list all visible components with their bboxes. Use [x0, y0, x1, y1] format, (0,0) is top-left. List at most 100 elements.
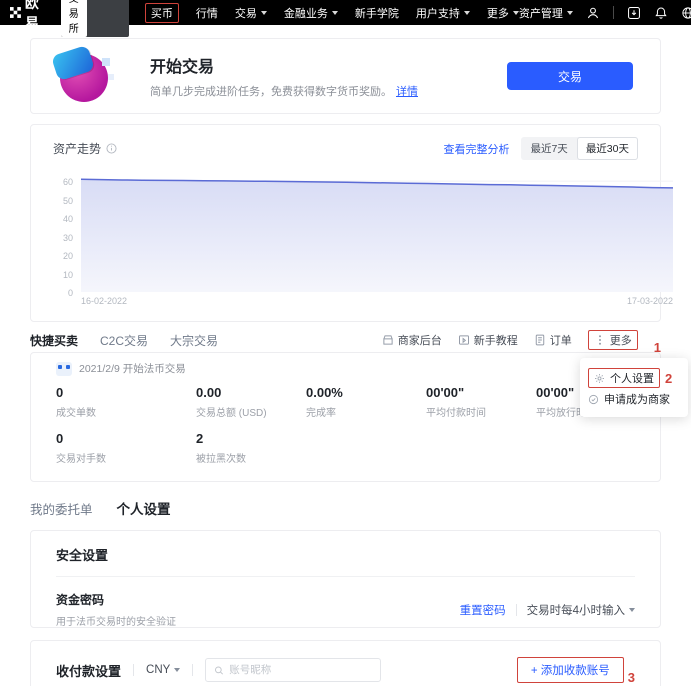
mascot-illustration: [56, 48, 112, 104]
merchant-portal-label: 商家后台: [398, 332, 442, 348]
fund-password-desc: 用于法币交易时的安全验证: [56, 613, 176, 628]
y-tick-label: 40: [63, 214, 73, 224]
chart-x-axis: 16-02-2022 17-03-2022: [81, 296, 673, 306]
nav-item-trade[interactable]: 交易: [235, 5, 267, 21]
download-app-icon[interactable]: [627, 6, 641, 20]
divider: [516, 604, 517, 616]
full-analysis-link[interactable]: 查看完整分析: [443, 141, 509, 157]
settings-section-tabs: 我的委托单 个人设置: [30, 498, 661, 518]
more-dots-icon: [594, 334, 606, 346]
user-icon[interactable]: [586, 6, 600, 20]
stat-value: 0.00: [196, 385, 306, 400]
stat-value: 0: [56, 431, 196, 446]
nav-item-support[interactable]: 用户支持: [416, 5, 470, 21]
currency-select[interactable]: CNY: [146, 664, 180, 676]
storefront-icon: [382, 334, 394, 346]
orders-button[interactable]: 订单: [534, 332, 572, 348]
asset-trend-title: 资产走势: [53, 140, 101, 157]
language-globe-icon[interactable]: [681, 6, 691, 20]
tab-personal-settings[interactable]: 个人设置: [117, 498, 171, 518]
stat-avg-pay-time: 00'00" 平均付款时间: [426, 385, 536, 419]
stat-label: 交易对手数: [56, 450, 196, 465]
currency-label: CNY: [146, 664, 170, 676]
nav-item-academy[interactable]: 新手学院: [355, 5, 399, 21]
y-tick-label: 60: [63, 177, 73, 187]
info-icon[interactable]: [106, 143, 117, 154]
chevron-down-icon: [464, 11, 470, 15]
y-tick-label: 50: [63, 196, 73, 206]
become-merchant-label: 申请成为商家: [604, 391, 670, 407]
range-7d[interactable]: 最近7天: [521, 137, 576, 160]
hero-title: 开始交易: [150, 53, 507, 77]
gear-icon: [594, 373, 605, 384]
annotation-3: 3: [628, 670, 635, 685]
okx-logo[interactable]: 欧易: [10, 0, 47, 33]
x-label-start: 16-02-2022: [81, 296, 127, 306]
stat-label: 完成率: [306, 404, 426, 419]
x-label-end: 17-03-2022: [627, 296, 673, 306]
nav-item-markets[interactable]: 行情: [196, 5, 218, 21]
tutorial-icon: [458, 334, 470, 346]
reset-password-link[interactable]: 重置密码: [460, 602, 506, 618]
stat-value: 00'00": [426, 385, 536, 400]
tab-c2c-trade[interactable]: C2C交易: [100, 332, 148, 349]
notification-bell-icon[interactable]: [654, 6, 668, 20]
tab-express-trade[interactable]: 快捷买卖: [30, 332, 78, 349]
merchant-stats-card: 2021/2/9 开始法币交易 0 成交单数 0.00 交易总额 (USD) 0…: [30, 352, 661, 482]
nav-item-more[interactable]: 更多: [487, 5, 519, 21]
merchant-portal-button[interactable]: 商家后台: [382, 332, 442, 348]
document-icon: [534, 334, 546, 346]
stat-total-volume: 0.00 交易总额 (USD): [196, 385, 306, 419]
tab-block-trade[interactable]: 大宗交易: [170, 332, 218, 349]
chevron-down-icon: [261, 11, 267, 15]
payment-title: 收付款设置: [56, 661, 121, 680]
nav-item-markets-label: 行情: [196, 5, 218, 21]
toggle-exchange[interactable]: 交易所: [61, 0, 87, 37]
password-frequency-label: 交易时每4小时输入: [527, 602, 625, 618]
add-payment-account-button[interactable]: + 添加收款账号: [523, 659, 618, 681]
nav-item-trade-label: 交易: [235, 5, 257, 21]
y-tick-label: 10: [63, 270, 73, 280]
add-account-box: + 添加收款账号: [517, 657, 624, 683]
nav-item-buy-crypto-label: 买币: [151, 5, 173, 21]
range-30d[interactable]: 最近30天: [577, 137, 638, 160]
start-trading-card: 开始交易 简单几步完成进阶任务，免费获得数字货币奖励。详情 交易: [30, 38, 661, 114]
chevron-down-icon: [567, 11, 573, 15]
divider: [133, 664, 134, 676]
nav-item-finance[interactable]: 金融业务: [284, 5, 338, 21]
logo-text: 欧易: [25, 0, 47, 33]
merchant-stats-wrap: 2021/2/9 开始法币交易 0 成交单数 0.00 交易总额 (USD) 0…: [30, 352, 661, 482]
stat-value: 0: [56, 385, 196, 400]
tab-my-orders[interactable]: 我的委托单: [30, 499, 93, 518]
tutorial-label: 新手教程: [474, 332, 518, 348]
chart-y-axis: 6050403020100: [53, 170, 75, 292]
orders-label: 订单: [550, 332, 572, 348]
fund-password-title: 资金密码: [56, 591, 176, 608]
exchange-metax-toggle: 交易所 MetaX: [61, 0, 129, 37]
divider: [192, 664, 193, 676]
chevron-down-icon: [629, 608, 635, 612]
security-title: 安全设置: [56, 545, 635, 564]
okx-logo-icon: [10, 5, 21, 20]
chevron-down-icon: [332, 11, 338, 15]
chevron-down-icon: [174, 668, 180, 672]
more-button[interactable]: 更多: [588, 330, 638, 350]
nav-item-buy-crypto[interactable]: 买币: [145, 3, 179, 23]
range-toggle: 最近7天 最近30天: [521, 137, 638, 160]
nav-divider: [613, 6, 614, 19]
details-link[interactable]: 详情: [396, 86, 418, 98]
menu-item-become-merchant[interactable]: 申请成为商家: [588, 391, 670, 407]
toggle-metax[interactable]: MetaX: [87, 0, 129, 37]
nav-item-support-label: 用户支持: [416, 5, 460, 21]
tutorial-button[interactable]: 新手教程: [458, 332, 518, 348]
stat-blocked-times: 2 被拉黑次数: [196, 431, 306, 465]
stat-value: 0.00%: [306, 385, 426, 400]
merchant-avatar: [56, 362, 72, 376]
asset-trend-chart-zone: 6050403020100 16-02-2022 17-03-2022: [53, 170, 638, 320]
password-frequency-dropdown[interactable]: 交易时每4小时输入: [527, 602, 635, 618]
payment-settings-card: 收付款设置 CNY + 添加收款账号 3: [30, 640, 661, 686]
trade-button[interactable]: 交易: [507, 62, 633, 90]
account-search-input[interactable]: [229, 664, 372, 676]
nav-assets-manage[interactable]: 资产管理: [519, 5, 573, 21]
menu-item-personal-settings[interactable]: 个人设置: [588, 368, 660, 388]
